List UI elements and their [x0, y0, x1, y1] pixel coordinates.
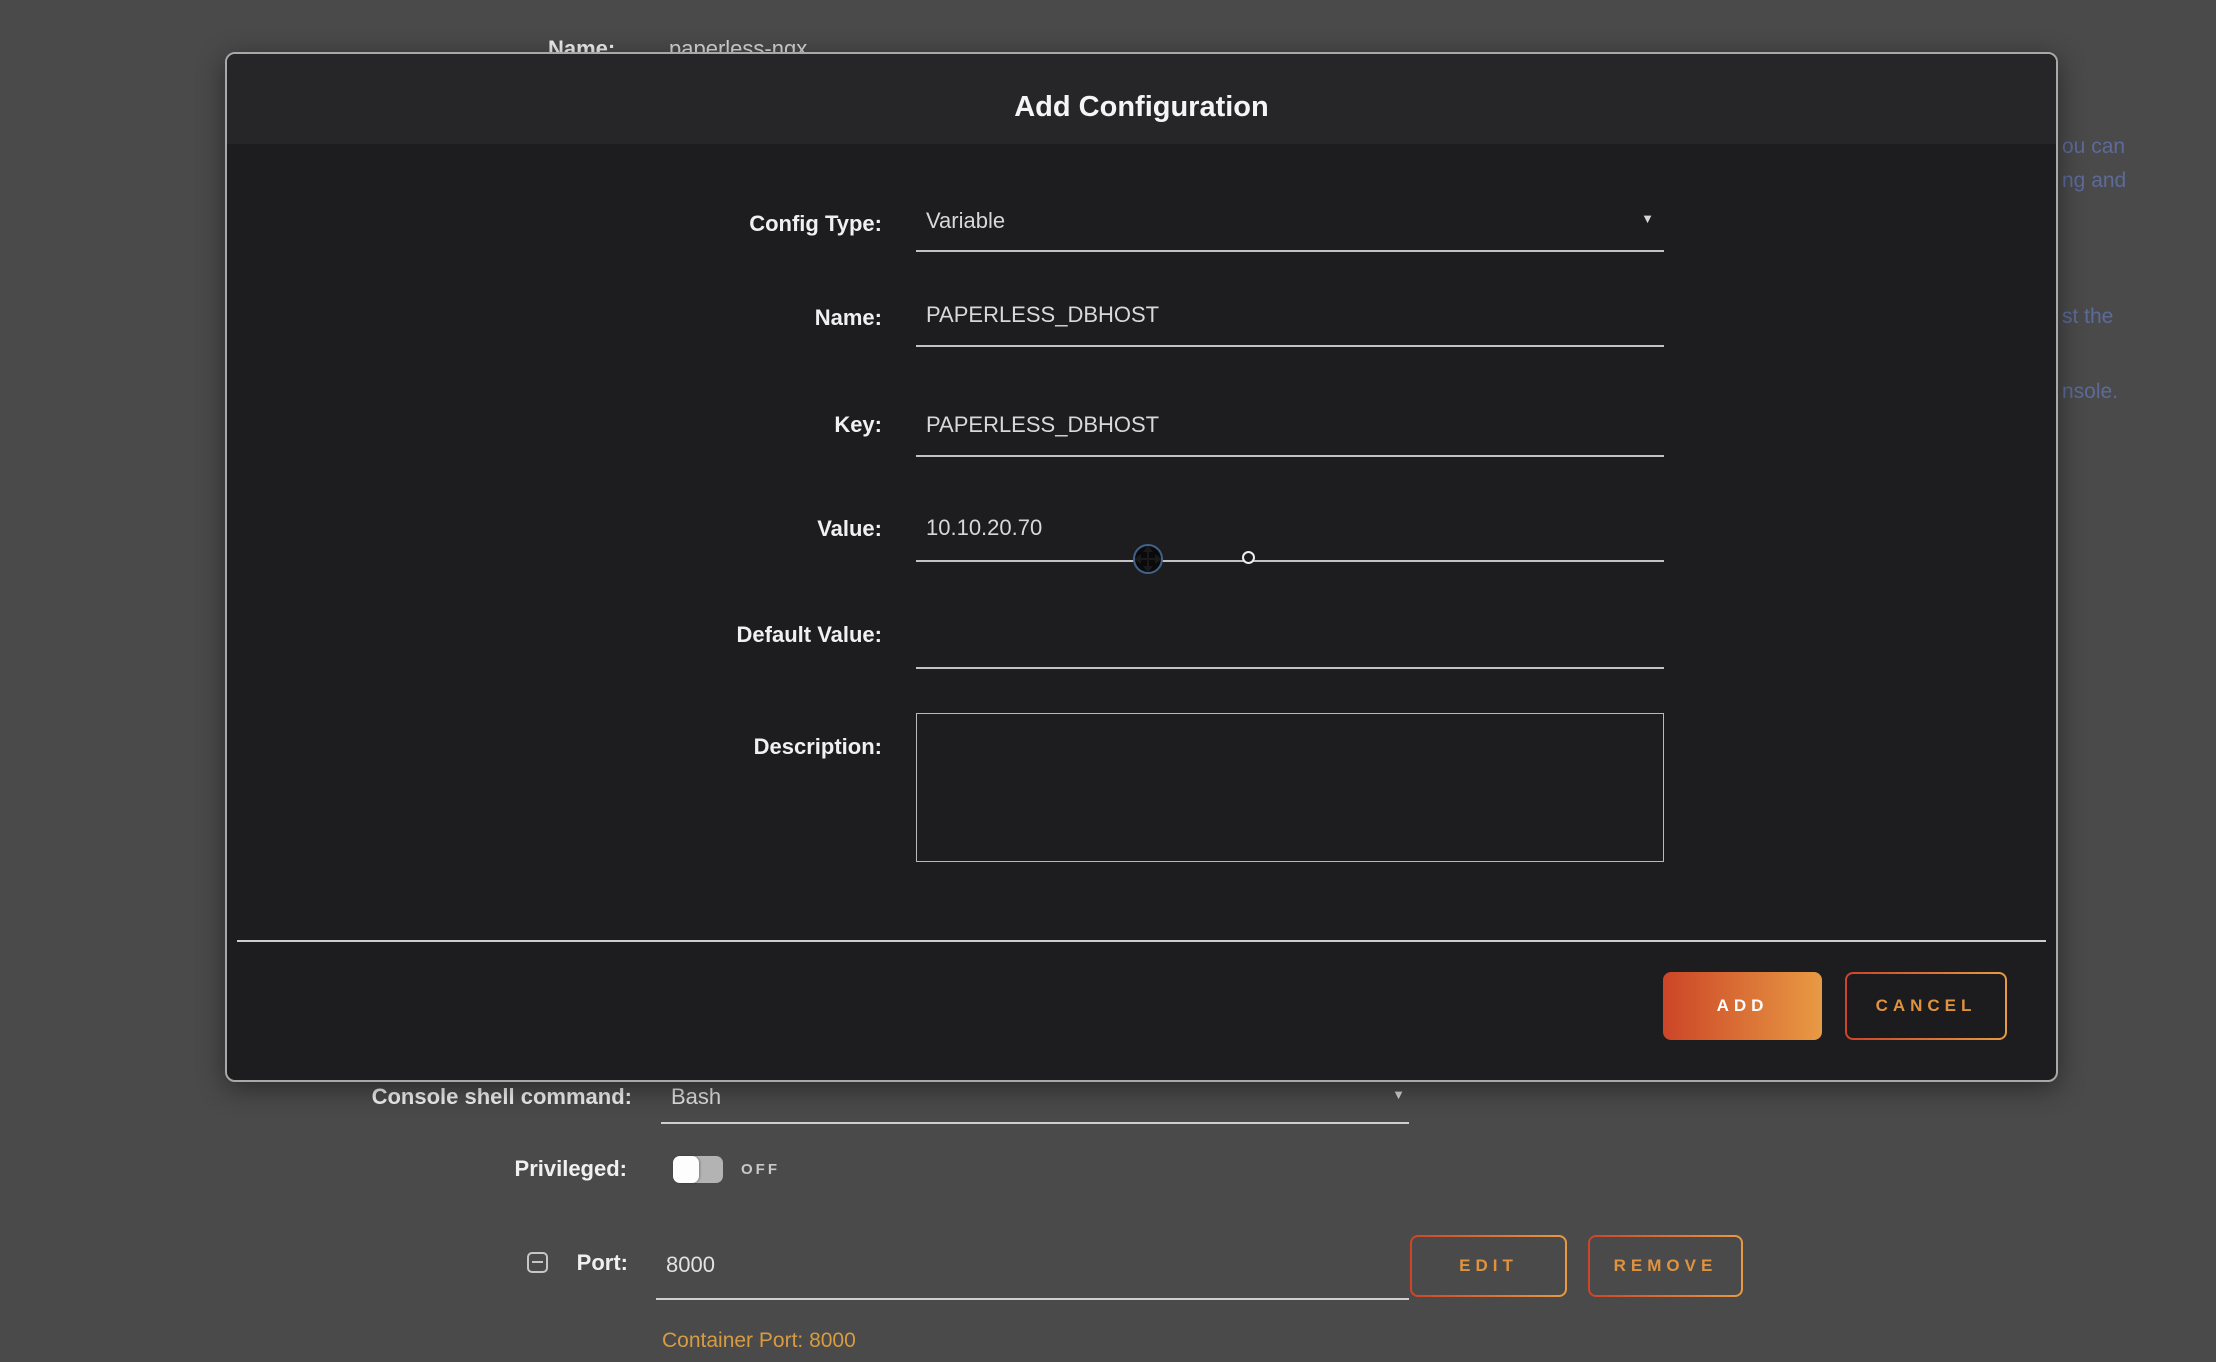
help-text-fragment: ng and — [2062, 169, 2126, 193]
console-shell-command-value: Bash — [671, 1082, 1344, 1112]
dialog-actions: ADD CANCEL — [1663, 972, 2007, 1040]
config-name-field — [916, 300, 1664, 347]
config-value-input[interactable] — [926, 513, 1637, 543]
click-ring-icon — [1242, 551, 1255, 564]
default-value-input[interactable] — [926, 619, 1637, 649]
help-text-fragment: nsole. — [2062, 380, 2118, 404]
console-shell-command-select[interactable]: Bash ▼ — [661, 1080, 1409, 1124]
edit-button[interactable]: EDIT — [1410, 1235, 1567, 1297]
config-value-label: Value: — [227, 514, 882, 544]
name-row-label: Name: — [548, 36, 615, 52]
remove-button[interactable]: REMOVE — [1588, 1235, 1743, 1297]
port-input[interactable] — [666, 1250, 1344, 1280]
privileged-label: Privileged: — [330, 1156, 627, 1182]
toggle-knob-icon — [673, 1156, 699, 1183]
config-name-input[interactable] — [926, 300, 1637, 330]
config-value-field — [916, 513, 1664, 562]
default-value-field — [916, 619, 1664, 669]
add-button[interactable]: ADD — [1663, 972, 1822, 1040]
help-text-fragment: st the — [2062, 305, 2113, 329]
config-name-label: Name: — [227, 303, 882, 333]
name-row-value: paperless-ngx — [669, 36, 807, 52]
cancel-button[interactable]: CANCEL — [1845, 972, 2007, 1040]
chevron-down-icon: ▼ — [1392, 1088, 1405, 1101]
help-text-fragment: ou can — [2062, 135, 2125, 159]
privileged-toggle[interactable] — [673, 1156, 723, 1183]
remove-button-label: REMOVE — [1590, 1237, 1741, 1295]
config-type-select[interactable]: Variable ▼ — [916, 206, 1664, 252]
chevron-down-icon: ▼ — [1641, 212, 1654, 225]
footer-divider — [237, 940, 2046, 942]
port-label: Port: — [430, 1250, 628, 1276]
config-key-label: Key: — [227, 410, 882, 440]
background-name-row: Name: paperless-ngx — [0, 0, 2216, 52]
config-key-input[interactable] — [926, 410, 1637, 440]
console-shell-command-label: Console shell command: — [330, 1084, 632, 1110]
cancel-button-label: CANCEL — [1847, 974, 2005, 1038]
dialog-title: Add Configuration — [227, 90, 2056, 124]
description-label: Description: — [227, 732, 882, 762]
container-port-note: Container Port: 8000 — [662, 1329, 856, 1353]
config-type-value: Variable — [926, 206, 1005, 236]
port-field[interactable] — [656, 1248, 1409, 1300]
edit-button-label: EDIT — [1412, 1237, 1565, 1295]
move-cursor-icon — [1133, 544, 1163, 574]
config-key-field — [916, 410, 1664, 457]
default-value-label: Default Value: — [227, 620, 882, 650]
dialog-header: Add Configuration — [227, 54, 2056, 144]
description-textarea[interactable] — [916, 713, 1664, 862]
config-type-label: Config Type: — [227, 209, 882, 239]
privileged-state-text: OFF — [741, 1161, 780, 1178]
